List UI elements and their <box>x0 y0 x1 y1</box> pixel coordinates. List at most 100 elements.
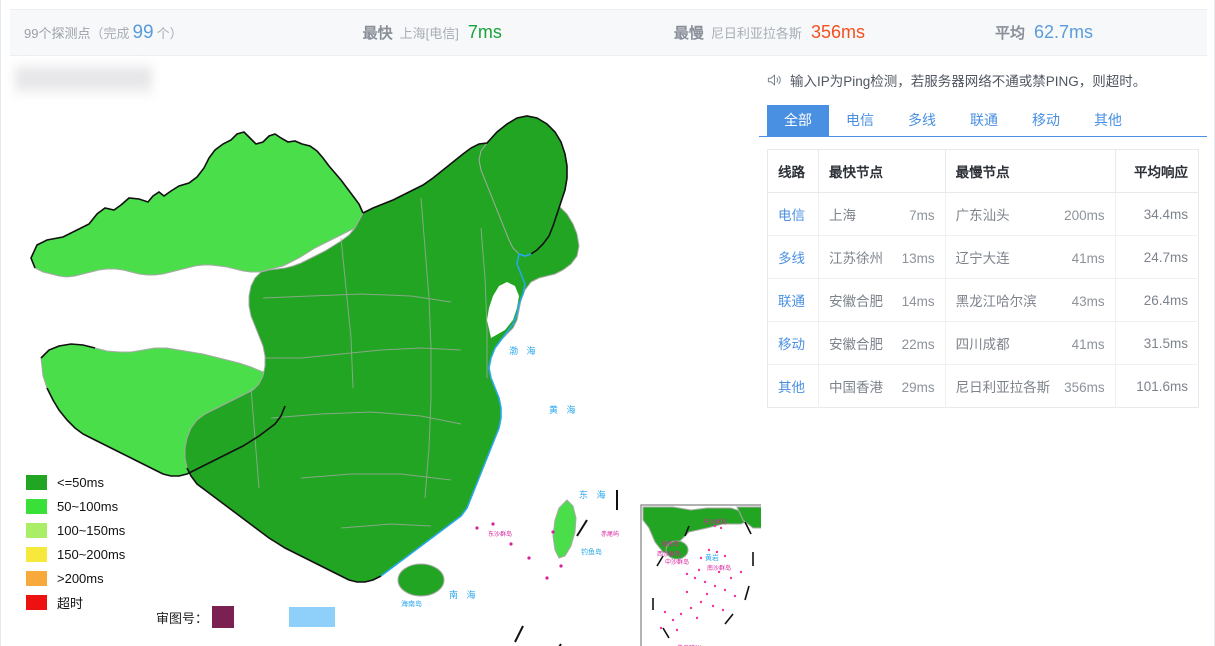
fastest-node: 上海[电信] <box>399 26 459 41</box>
legend-item: <=50ms <box>26 470 156 494</box>
legend-item: 100~150ms <box>26 518 156 542</box>
probe-completed-count: 99 <box>132 21 154 43</box>
tab-multi[interactable]: 多线 <box>891 105 953 136</box>
cell-fast-node: 安徽合肥 14ms <box>818 278 946 322</box>
approval-label: 审图号： <box>156 610 209 626</box>
speaker-icon <box>767 74 781 86</box>
cell-route[interactable]: 移动 <box>767 321 820 365</box>
cell-slow-node: 黑龙江哈尔滨 43ms <box>945 278 1116 322</box>
sea-label-huanghai: 黄 海 <box>549 404 579 415</box>
fastest-label: 最快 <box>362 25 393 42</box>
slow-node-ms: 200ms <box>1064 208 1105 223</box>
legend-swatch-0 <box>26 474 47 490</box>
cell-slow-node: 尼日利亚拉各斯 356ms <box>945 364 1116 408</box>
inset-label-huangyan: 黄岩 <box>705 553 719 562</box>
sea-label-donghai: 东 海 <box>579 489 609 500</box>
header-avg: 平均响应 <box>1115 149 1199 193</box>
fast-node-name: 安徽合肥 <box>829 337 884 352</box>
legend-item: 150~200ms <box>26 542 156 566</box>
legend-swatch-3 <box>26 546 47 562</box>
cell-avg: 24.7ms <box>1115 235 1199 279</box>
cell-route[interactable]: 电信 <box>767 192 820 236</box>
cell-avg: 101.6ms <box>1136 378 1188 394</box>
cell-slow-node: 四川成都 41ms <box>945 321 1116 365</box>
average-cell: 平均 62.7ms <box>995 22 1093 43</box>
probe-paren-close: 个） <box>156 25 183 41</box>
cell-fast-node: 上海 7ms <box>818 192 946 236</box>
table-row[interactable]: 联通 安徽合肥 14ms 黑龙江哈尔滨 43ms 26.4ms <box>767 278 1199 322</box>
legend-label-5: 超时 <box>57 595 84 611</box>
isp-tab-bar: 全部 电信 多线 联通 移动 其他 <box>759 104 1207 137</box>
slow-node-ms: 41ms <box>1071 251 1105 266</box>
island-taiwan[interactable] <box>552 499 577 559</box>
cell-route[interactable]: 联通 <box>767 278 820 322</box>
summary-bar: 99个探测点（完成 99 个） 最快 上海[电信] 7ms 最慢 尼日利亚拉各斯 3… <box>10 9 1207 56</box>
legend-item: 50~100ms <box>26 494 156 518</box>
fast-node-ms: 22ms <box>901 337 935 352</box>
average-label: 平均 <box>994 25 1025 42</box>
legend-label-4: >200ms <box>57 570 104 586</box>
inset-label-zhongsha: 中沙群岛 <box>665 558 689 566</box>
cell-route[interactable]: 其他 <box>767 364 820 408</box>
header-slow-node: 最慢节点 <box>945 149 1116 193</box>
approval-swatch-primary <box>212 606 235 628</box>
table-row[interactable]: 电信 上海 7ms 广东汕头 200ms 34.4ms <box>767 192 1199 236</box>
inset-label-nansha: 南沙群岛 <box>707 564 731 572</box>
notice-bar: 输入IP为Ping检测，若服务器网络不通或禁PING，则超时。 <box>759 66 1207 94</box>
tab-other[interactable]: 其他 <box>1077 105 1139 136</box>
tab-telecom[interactable]: 电信 <box>829 105 891 136</box>
fast-node-ms: 29ms <box>901 380 935 395</box>
sea-label-bohai: 渤 海 <box>509 345 539 356</box>
slowest-label: 最慢 <box>673 25 704 42</box>
inset-map-south-china-sea[interactable]: 东沙群岛 海南岛 西沙群岛 中沙群岛 黄岩 南沙群岛 曾母暗沙 南海诸岛 1:6… <box>640 504 761 646</box>
slow-node-ms: 41ms <box>1071 337 1105 352</box>
table-row[interactable]: 其他 中国香港 29ms 尼日利亚拉各斯 356ms 101.6ms <box>767 364 1199 408</box>
slow-node-name: 黑龙江哈尔滨 <box>955 294 1037 309</box>
fast-node-ms: 7ms <box>909 208 935 223</box>
legend-swatch-4 <box>26 570 47 586</box>
approval-swatch-secondary <box>289 607 336 627</box>
probe-paren-open: （完成 <box>90 25 130 41</box>
fast-node-ms: 13ms <box>901 251 935 266</box>
legend-swatch-1 <box>26 498 47 514</box>
island-label-dongsha: 东沙群岛 <box>488 530 512 538</box>
cell-fast-node: 安徽合肥 22ms <box>818 321 946 365</box>
fast-node-name: 安徽合肥 <box>829 294 884 309</box>
south-sea-islets <box>475 522 563 580</box>
table-header-row: 线路 最快节点 最慢节点 平均响应 <box>767 149 1199 193</box>
cell-avg: 31.5ms <box>1115 321 1199 365</box>
table-row[interactable]: 移动 安徽合肥 22ms 四川成都 41ms 31.5ms <box>767 321 1199 365</box>
legend-swatch-2 <box>26 522 47 538</box>
latency-legend: <=50ms 50~100ms 100~150ms 150~200ms >200… <box>26 470 156 614</box>
ping-results-table: 线路 最快节点 最慢节点 平均响应 电信 上海 7ms 广东汕头 200ms 3… <box>767 149 1199 408</box>
probe-count-cell: 99个探测点（完成 99 个） <box>24 22 183 44</box>
cell-slow-node: 辽宁大连 41ms <box>945 235 1116 279</box>
island-label-chiwei: 赤尾屿 <box>601 530 619 538</box>
legend-item: 超时 <box>26 590 156 614</box>
fast-node-name: 江苏徐州 <box>829 251 884 266</box>
table-row[interactable]: 多线 江苏徐州 13ms 辽宁大连 41ms 24.7ms <box>767 235 1199 279</box>
island-label-hainan: 海南岛 <box>401 599 422 608</box>
slow-node-name: 辽宁大连 <box>955 251 1010 266</box>
cell-slow-node: 广东汕头 200ms <box>945 192 1116 236</box>
cell-fast-node: 江苏徐州 13ms <box>818 235 946 279</box>
map-approval-number: 审图号： <box>156 606 336 628</box>
region-xinjiang[interactable] <box>30 131 364 278</box>
tab-all[interactable]: 全部 <box>767 105 829 136</box>
slow-node-ms: 43ms <box>1071 294 1105 309</box>
island-hainan[interactable]: 海南岛 <box>397 563 445 608</box>
tab-unicom[interactable]: 联通 <box>953 105 1015 136</box>
sea-label-nanhai: 南 海 <box>449 589 479 600</box>
legend-label-1: 50~100ms <box>57 498 119 514</box>
slow-node-ms: 356ms <box>1064 380 1105 395</box>
cell-avg: 34.4ms <box>1115 192 1199 236</box>
legend-label-0: <=50ms <box>57 474 104 490</box>
inset-label-xisha: 西沙群岛 <box>657 550 681 558</box>
average-value: 62.7ms <box>1033 22 1094 42</box>
probe-prefix: 99个探测点 <box>24 25 91 41</box>
inset-label-dongsha: 东沙群岛 <box>703 518 727 526</box>
cell-route[interactable]: 多线 <box>767 235 820 279</box>
tab-mobile[interactable]: 移动 <box>1015 105 1077 136</box>
fast-node-name: 上海 <box>829 208 857 223</box>
slowest-value: 356ms <box>810 22 865 42</box>
